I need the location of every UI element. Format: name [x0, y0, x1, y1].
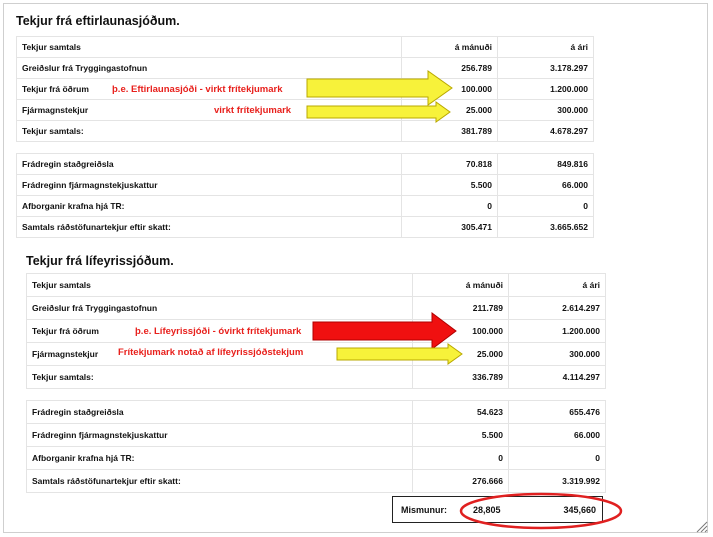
yellow-arrow-icon: [336, 343, 463, 365]
annotation-capital-income: virkt frítekjumark: [214, 105, 292, 116]
section2-deduction-table: Frádregin staðgreiðsla 54.623 655.476 Fr…: [26, 400, 606, 493]
row-yearly: 0: [508, 446, 606, 470]
table-header-row: Tekjur samtals á mánuði á ári: [26, 273, 606, 297]
row-yearly: 1.200.000: [497, 78, 594, 100]
table-row: Samtals ráðstöfunartekjur eftir skatt: 3…: [16, 216, 594, 238]
row-yearly: 4.114.297: [508, 365, 606, 389]
section1-title: Tekjur frá eftirlaunasjóðum.: [16, 14, 180, 28]
row-monthly: 336.789: [412, 365, 509, 389]
table-header-row: Tekjur samtals á mánuði á ári: [16, 36, 594, 58]
header-monthly: á mánuði: [412, 273, 509, 297]
row-monthly: 5.500: [401, 174, 498, 196]
row-yearly: 66.000: [508, 423, 606, 447]
row-yearly: 3.665.652: [497, 216, 594, 238]
header-label: Tekjur samtals: [26, 273, 413, 297]
section1-deduction-table: Frádregin staðgreiðsla 70.818 849.816 Fr…: [16, 153, 594, 238]
table-row: Afborganir krafna hjá TR: 0 0: [26, 446, 606, 470]
row-monthly: 5.500: [412, 423, 509, 447]
row-yearly: 300.000: [508, 342, 606, 366]
resize-grip-icon[interactable]: [696, 521, 708, 533]
row-label: Frádreginn fjármagnstekjuskattur: [16, 174, 402, 196]
yellow-arrow-icon: [306, 101, 451, 123]
difference-label: Mismunur:: [401, 505, 447, 515]
row-monthly: 54.623: [412, 400, 509, 424]
table-row: Frádreginn fjármagnstekjuskattur 5.500 6…: [26, 423, 606, 447]
table-row: Tekjur samtals: 381.789 4.678.297: [16, 120, 594, 142]
annotation-capital-income: Frítekjumark notað af lífeyrissjóðstekju…: [118, 347, 304, 358]
annotation-other-income: þ.e. Eftirlaunasjóði - virkt frítekjumar…: [112, 84, 283, 95]
row-yearly: 3.319.992: [508, 469, 606, 493]
table-row: Tekjur frá öðrum 100.000 1.200.000: [16, 78, 594, 100]
row-yearly: 66.000: [497, 174, 594, 196]
row-yearly: 4.678.297: [497, 120, 594, 142]
row-label: Frádregin staðgreiðsla: [16, 153, 402, 175]
row-label: Samtals ráðstöfunartekjur eftir skatt:: [26, 469, 413, 493]
row-label: Afborganir krafna hjá TR:: [16, 195, 402, 217]
header-monthly: á mánuði: [401, 36, 498, 58]
table-row: Frádregin staðgreiðsla 54.623 655.476: [26, 400, 606, 424]
row-label: Samtals ráðstöfunartekjur eftir skatt:: [16, 216, 402, 238]
row-label: Frádreginn fjármagnstekjuskattur: [26, 423, 413, 447]
annotation-other-income: þ.e. Lífeyrissjóði - óvirkt frítekjumark: [135, 326, 302, 337]
header-yearly: á ári: [508, 273, 606, 297]
table-row: Samtals ráðstöfunartekjur eftir skatt: 2…: [26, 469, 606, 493]
row-monthly: 305.471: [401, 216, 498, 238]
section2-title: Tekjur frá lífeyrissjóðum.: [26, 254, 174, 268]
row-monthly: 276.666: [412, 469, 509, 493]
row-yearly: 2.614.297: [508, 296, 606, 320]
row-yearly: 655.476: [508, 400, 606, 424]
row-yearly: 1.200.000: [508, 319, 606, 343]
header-label: Tekjur samtals: [16, 36, 402, 58]
row-monthly: 381.789: [401, 120, 498, 142]
row-monthly: 70.818: [401, 153, 498, 175]
row-label: Afborganir krafna hjá TR:: [26, 446, 413, 470]
row-monthly: 0: [401, 195, 498, 217]
table-row: Fjármagnstekjur 25.000 300.000: [16, 99, 594, 121]
highlight-ellipse-icon: [459, 492, 623, 530]
row-label: Tekjur samtals:: [16, 120, 402, 142]
header-yearly: á ári: [497, 36, 594, 58]
row-yearly: 300.000: [497, 99, 594, 121]
row-yearly: 0: [497, 195, 594, 217]
table-row: Frádregin staðgreiðsla 70.818 849.816: [16, 153, 594, 175]
table-row: Tekjur samtals: 336.789 4.114.297: [26, 365, 606, 389]
table-row: Frádreginn fjármagnstekjuskattur 5.500 6…: [16, 174, 594, 196]
table-row: Greiðslur frá Tryggingastofnun 256.789 3…: [16, 57, 594, 79]
row-yearly: 3.178.297: [497, 57, 594, 79]
section1-income-table: Tekjur samtals á mánuði á ári Greiðslur …: [16, 36, 594, 142]
row-yearly: 849.816: [497, 153, 594, 175]
row-label: Frádregin staðgreiðsla: [26, 400, 413, 424]
row-label: Tekjur samtals:: [26, 365, 413, 389]
table-row: Afborganir krafna hjá TR: 0 0: [16, 195, 594, 217]
row-monthly: 0: [412, 446, 509, 470]
